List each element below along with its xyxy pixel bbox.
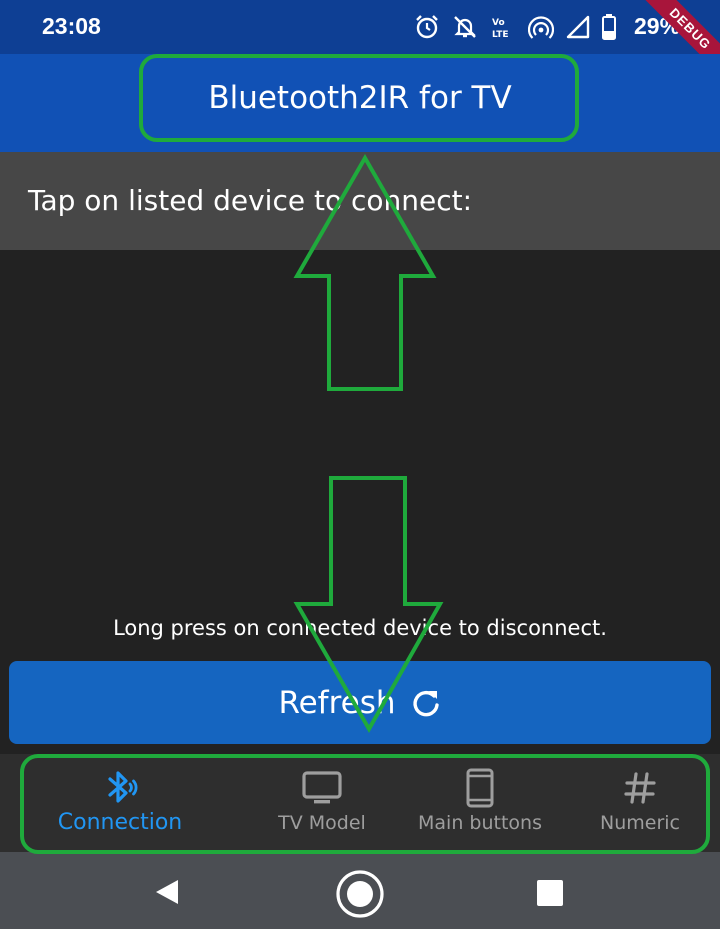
device-list-header: Tap on listed device to connect:: [0, 152, 720, 250]
volte-icon: Vo LTE: [492, 18, 509, 40]
refresh-button[interactable]: Refresh: [9, 661, 711, 744]
nav-label-connection: Connection: [57, 810, 183, 835]
nav-item-numeric[interactable]: Numeric: [570, 754, 710, 852]
nav-label-main-buttons: Main buttons: [418, 812, 542, 834]
refresh-button-label: Refresh: [278, 684, 396, 721]
bluetooth-audio-icon: [100, 769, 140, 807]
app-bar: Bluetooth2IR for TV: [0, 54, 720, 152]
bottom-navigation: Connection TV Model Main buttons Numeric: [0, 754, 720, 852]
status-bar: 23:08 Vo LTE 29% DEBUG: [0, 0, 720, 54]
hash-icon: [623, 769, 657, 807]
nav-label-tv-model: TV Model: [278, 812, 366, 834]
nav-item-main-buttons[interactable]: Main buttons: [404, 754, 556, 852]
device-list-header-text: Tap on listed device to connect:: [28, 184, 473, 217]
svg-text:Vo: Vo: [492, 18, 505, 28]
status-icons: Vo LTE: [414, 12, 616, 42]
nav-item-connection[interactable]: Connection: [20, 754, 220, 852]
status-time: 23:08: [42, 13, 101, 39]
battery-icon: [602, 14, 616, 40]
recents-icon[interactable]: [536, 879, 564, 907]
signal-icon: [566, 15, 590, 39]
back-icon[interactable]: [152, 877, 182, 907]
refresh-icon: [412, 690, 439, 716]
nav-label-numeric: Numeric: [600, 812, 680, 834]
notifications-off-icon: [454, 16, 476, 38]
svg-text:LTE: LTE: [492, 30, 509, 40]
home-icon[interactable]: [334, 868, 386, 920]
tv-icon: [301, 769, 343, 807]
device-list: [0, 250, 720, 600]
alarm-icon: [416, 15, 438, 39]
app-title: Bluetooth2IR for TV: [208, 80, 512, 116]
hotspot-icon: [528, 16, 554, 39]
nav-item-tv-model[interactable]: TV Model: [240, 754, 404, 852]
disconnect-hint: Long press on connected device to discon…: [113, 616, 607, 640]
system-navigation-bar: [0, 852, 720, 929]
smartphone-icon: [465, 768, 495, 808]
